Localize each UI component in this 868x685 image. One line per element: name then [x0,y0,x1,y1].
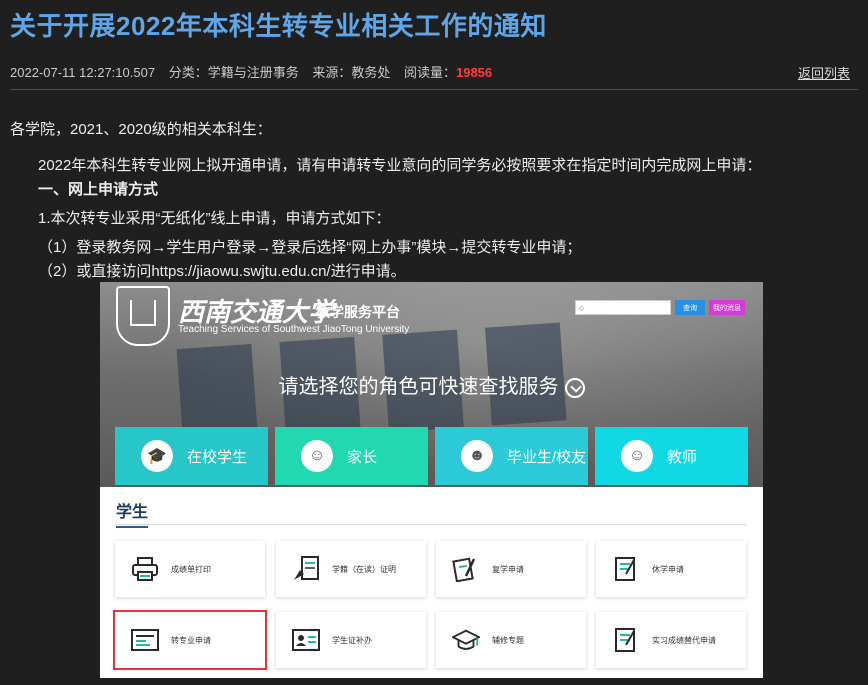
document-pen-icon [452,556,480,582]
arrow-down-circle-icon[interactable] [564,377,585,398]
brand-name-en: Teaching Services of Southwest JiaoTong … [178,324,410,335]
service-resume-study[interactable]: 复学申请 [436,541,586,597]
graduation-cap-icon: 🎓 [141,440,173,472]
publish-datetime: 2022-07-11 12:27:10.507 [10,65,156,80]
form-icon [612,556,640,582]
service-student-card-reissue[interactable]: 学生证补办 [276,612,426,668]
parent-icon: ☺ [301,440,333,472]
page-title: 关于开展2022年本科生转专业相关工作的通知 [10,11,547,41]
reads-label: 阅读量： [403,65,456,80]
service-major-transfer[interactable]: 转专业申请 [113,610,267,670]
brand-subtitle: 教学服务平台 [316,304,400,320]
teacher-icon: ☺ [621,440,653,472]
role-parent[interactable]: ☺ 家长 [275,427,428,485]
role-alumni[interactable]: ☻ 毕业生/校友 [435,427,588,485]
section-heading: 一、网上申请方式 [38,181,159,198]
form-check-icon [612,627,640,653]
role-student[interactable]: 🎓 在校学生 [115,427,268,485]
service-label: 休学申请 [652,564,684,574]
university-logo [116,286,170,346]
role-teacher[interactable]: ☺ 教师 [595,427,748,485]
service-label: 学生证补办 [332,635,372,645]
search-button[interactable]: 查询 [675,300,705,315]
service-suspend-study[interactable]: 休学申请 [596,541,746,597]
category-label: 分类：学籍与注册事务 [168,65,299,80]
embedded-screenshot: ▇▇▇▇ 西南交通大学 教学服务平台 Teaching Services of … [100,282,763,678]
role-prompt: 请选择您的角色可快速查找服务 [100,370,763,399]
service-label: 辅修专题 [492,635,524,645]
role-label: 家长 [347,448,378,466]
role-prompt-text: 请选择您的角色可快速查找服务 [278,376,559,398]
printer-icon [131,556,159,582]
search-icon: ○ [579,302,585,313]
service-label: 实习成绩替代申请 [652,635,716,645]
service-transcript-print[interactable]: 成绩单打印 [115,541,265,597]
source-label: 来源：教务处 [312,65,391,80]
hero-banner: ▇▇▇▇ 西南交通大学 教学服务平台 Teaching Services of … [100,282,763,487]
certificate-icon [292,556,320,582]
student-card-icon [292,627,320,653]
section-divider [116,524,747,525]
service-enrollment-certificate[interactable]: 学籍（在读）证明 [276,541,426,597]
id-card-icon [131,627,159,653]
article-meta: 2022-07-11 12:27:10.507 分类：学籍与注册事务 来源：教务… [10,62,502,81]
role-label: 教师 [667,448,698,466]
service-label: 学籍（在读）证明 [332,564,396,574]
step-1-text: （1）登录教务网→学生用户登录→登录后选择“网上办事”模块→提交转专业申请； [38,239,582,256]
reads-count: 19856 [455,65,493,80]
service-label: 复学申请 [492,564,524,574]
back-to-list-link[interactable]: 返回列表 [798,63,850,82]
student-services-panel: 学生 成绩单打印 学籍（在读）证明 复学申请 休学申请 转专业申请 学生证补办 … [100,487,763,678]
role-label: 在校学生 [187,448,248,466]
my-messages-button[interactable]: 我的消息 [709,300,745,315]
service-minor-program[interactable]: 辅修专题 [436,612,586,668]
header-divider [10,89,858,90]
search-input[interactable]: ○ [575,300,671,315]
step-2-text: （2）或直接访问https://jiaowu.swjtu.edu.cn/进行申请… [38,263,406,280]
greeting-text: 各学院，2021、2020级的相关本科生： [10,121,272,138]
mortarboard-icon [452,627,480,653]
intro-text: 2022年本科生转专业网上拟开通申请，请有申请转专业意向的同学务必按照要求在指定… [38,157,762,174]
service-label: 成绩单打印 [171,564,211,574]
graduate-icon: ☻ [461,440,493,472]
service-internship-credit[interactable]: 实习成绩替代申请 [596,612,746,668]
item-text: 1.本次转专业采用“无纸化”线上申请，申请方式如下： [38,210,391,227]
service-label: 转专业申请 [171,635,211,645]
role-label: 毕业生/校友 [507,448,587,466]
